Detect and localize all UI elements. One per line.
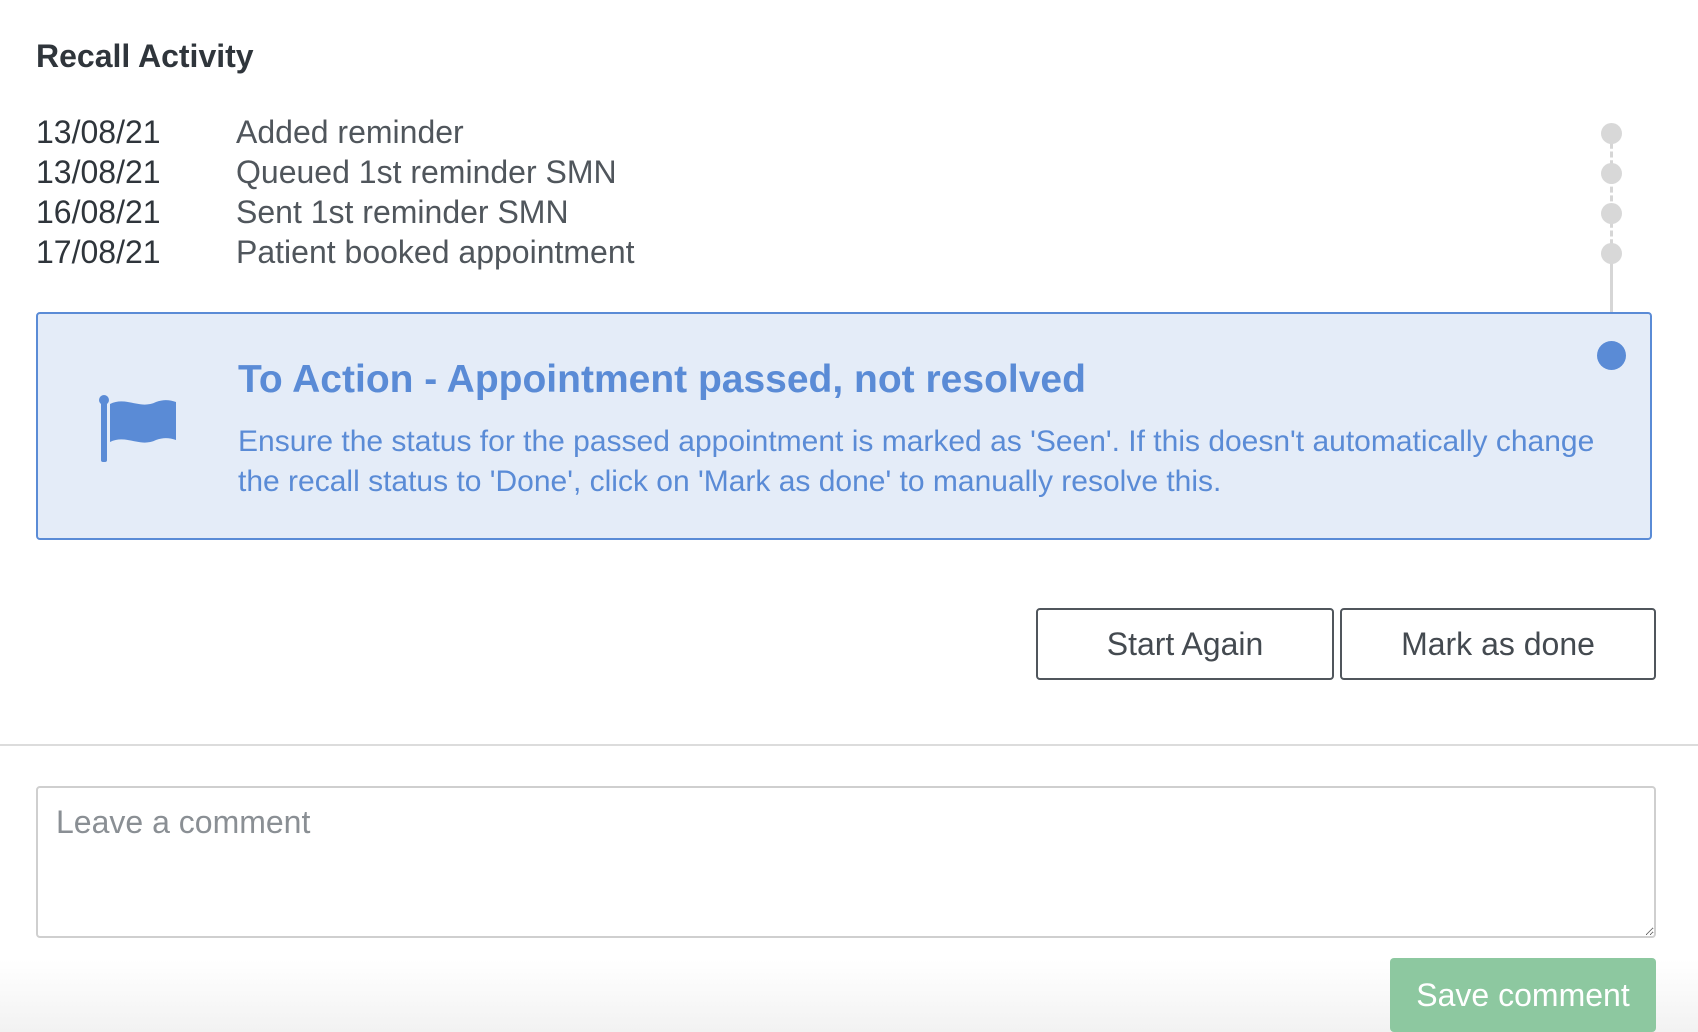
activity-description: Added reminder — [236, 114, 464, 150]
activity-date: 17/08/21 — [36, 234, 161, 270]
comment-input[interactable] — [36, 786, 1656, 938]
activity-date: 13/08/21 — [36, 114, 161, 150]
timeline-dot — [1601, 243, 1622, 264]
activity-row: 17/08/21 Patient booked appointment — [36, 232, 635, 272]
timeline-dot — [1601, 163, 1622, 184]
activity-row: 13/08/21 Added reminder — [36, 112, 635, 152]
activity-date: 16/08/21 — [36, 194, 161, 230]
activity-date: 13/08/21 — [36, 154, 161, 190]
alert-message: Ensure the status for the passed appoint… — [238, 425, 1595, 498]
timeline-dot — [1601, 203, 1622, 224]
activity-description: Queued 1st reminder SMN — [236, 154, 617, 190]
activity-row: 16/08/21 Sent 1st reminder SMN — [36, 192, 635, 232]
timeline-connector-dashed — [1610, 134, 1613, 254]
activity-row: 13/08/21 Queued 1st reminder SMN — [36, 152, 635, 192]
recall-activity-panel: Recall Activity 13/08/21 Added reminder … — [0, 0, 1698, 1032]
alert-title: To Action - Appointment passed, not reso… — [238, 358, 1086, 401]
activity-list: 13/08/21 Added reminder 13/08/21 Queued … — [36, 112, 635, 272]
activity-description: Patient booked appointment — [236, 234, 635, 270]
timeline-dot — [1601, 123, 1622, 144]
activity-description: Sent 1st reminder SMN — [236, 194, 569, 230]
timeline-dot-current — [1597, 341, 1626, 370]
divider — [0, 744, 1698, 746]
section-title: Recall Activity — [36, 38, 254, 74]
mark-as-done-button[interactable]: Mark as done — [1340, 608, 1656, 680]
start-again-button[interactable]: Start Again — [1036, 608, 1334, 680]
to-action-alert: To Action - Appointment passed, not reso… — [36, 312, 1652, 540]
save-comment-button[interactable]: Save comment — [1390, 958, 1656, 1032]
flag-icon — [99, 395, 176, 462]
